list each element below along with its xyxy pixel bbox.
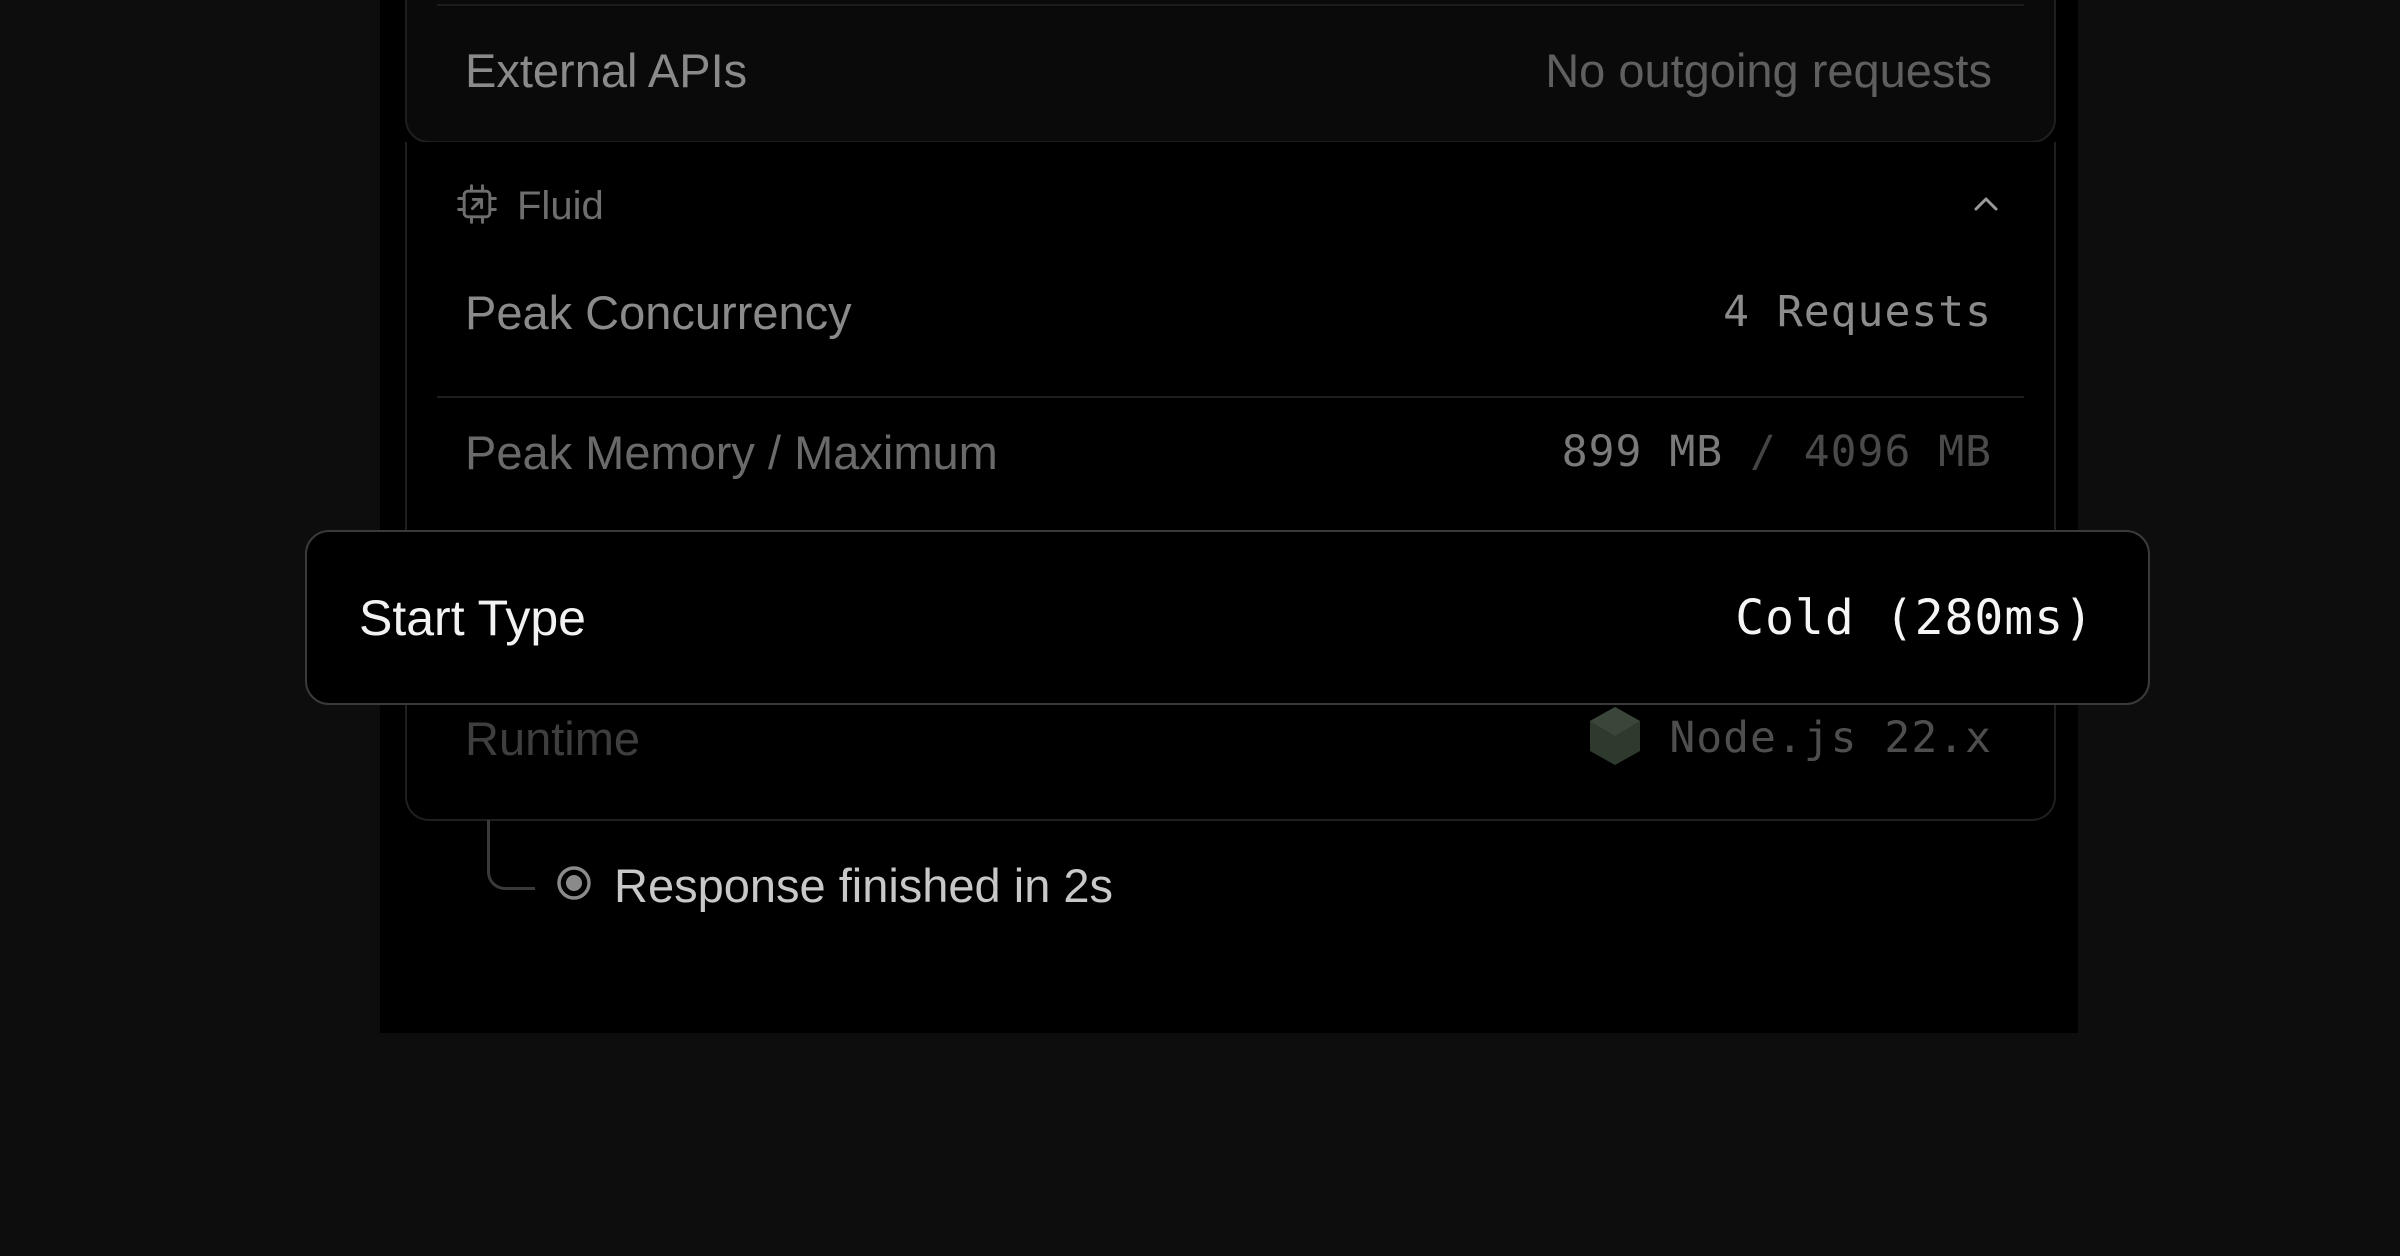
start-type-highlight: Start Type Cold (280ms) <box>305 530 2150 705</box>
cpu-icon <box>455 182 499 231</box>
peak-memory-value: 899 MB / 4096 MB <box>1562 427 1992 477</box>
nodejs-icon <box>1587 705 1643 772</box>
fluid-title: Fluid <box>517 183 604 228</box>
external-apis-row: External APIs No outgoing requests <box>407 12 2054 128</box>
peak-memory-used: 899 MB <box>1561 427 1724 477</box>
fluid-section: Fluid Peak Concurrency 4 Requests Peak M… <box>405 142 2056 821</box>
runtime-label: Runtime <box>465 711 641 765</box>
peak-concurrency-row: Peak Concurrency 4 Requests <box>407 262 2054 362</box>
fluid-header[interactable]: Fluid <box>455 174 2006 238</box>
peak-memory-label: Peak Memory / Maximum <box>465 425 998 479</box>
external-apis-label: External APIs <box>465 43 748 97</box>
runtime-value-group: Node.js 22.x <box>1587 705 1992 772</box>
peak-memory-separator: / <box>1750 427 1777 477</box>
chevron-up-icon[interactable] <box>1966 184 2006 229</box>
start-type-value: Cold (280ms) <box>1735 589 2094 646</box>
external-apis-value: No outgoing requests <box>1545 43 1992 97</box>
divider <box>437 396 2024 398</box>
response-status: Response finished in 2s <box>556 858 1113 913</box>
runtime-value: Node.js 22.x <box>1669 713 1992 763</box>
start-type-label: Start Type <box>359 589 586 646</box>
stage: External APIs No outgoing requests Fluid <box>0 0 2400 1256</box>
radio-dot-icon <box>556 865 592 906</box>
external-apis-card: External APIs No outgoing requests <box>405 0 2056 143</box>
peak-concurrency-label: Peak Concurrency <box>465 285 852 339</box>
peak-memory-row: Peak Memory / Maximum 899 MB / 4096 MB <box>407 402 2054 502</box>
tree-connector <box>487 820 535 890</box>
peak-memory-max: 4096 MB <box>1803 427 1992 477</box>
peak-concurrency-value: 4 Requests <box>1723 287 1992 337</box>
response-text: Response finished in 2s <box>614 859 1114 912</box>
divider <box>437 4 2024 6</box>
